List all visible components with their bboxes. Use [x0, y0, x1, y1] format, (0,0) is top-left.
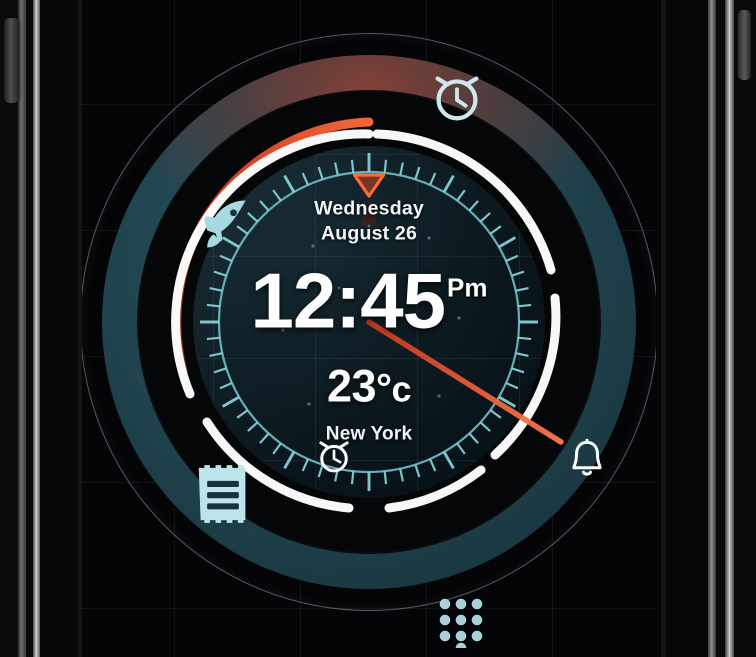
- power-button[interactable]: [738, 10, 751, 80]
- phone-screen[interactable]: Wednesday August 26 12:45 Pm 23°c New Yo…: [82, 0, 656, 657]
- rocket-icon[interactable]: [195, 193, 255, 253]
- volume-button[interactable]: [4, 18, 19, 103]
- watch-face-vector-layer: [171, 117, 564, 513]
- bell-icon[interactable]: [569, 438, 605, 480]
- alarm-clock-icon[interactable]: [426, 66, 488, 128]
- dial-speckles: [281, 224, 461, 406]
- top-triangle-marker: [352, 173, 386, 226]
- dialpad-icon[interactable]: [435, 596, 487, 648]
- phone-frame: Wednesday August 26 12:45 Pm 23°c New Yo…: [0, 0, 756, 657]
- watch-face[interactable]: Wednesday August 26 12:45 Pm 23°c New Yo…: [82, 30, 656, 648]
- clock-hand-red: [366, 319, 564, 445]
- alarm-clock-small-icon[interactable]: [313, 435, 355, 477]
- notes-icon[interactable]: [195, 463, 251, 525]
- phone-right-bezel: [646, 0, 756, 657]
